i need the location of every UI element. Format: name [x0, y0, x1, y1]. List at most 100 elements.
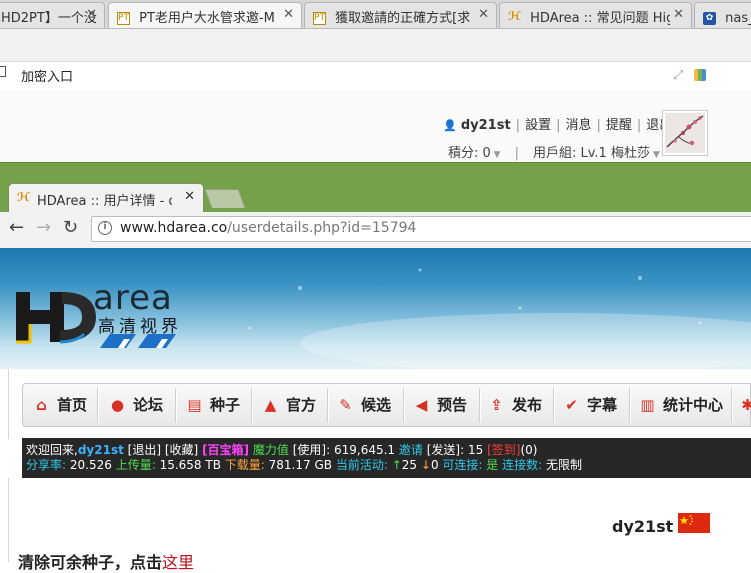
outer-tab-4[interactable]: ℋ HDArea :: 常见问题 High ✕	[499, 2, 692, 28]
close-icon[interactable]: ✕	[184, 189, 195, 204]
logo-stripes	[100, 334, 176, 348]
close-icon[interactable]: ✕	[86, 7, 97, 22]
connectable-value: 是	[486, 458, 499, 472]
paw-favicon-icon: ✿	[703, 12, 716, 25]
close-icon[interactable]: ✕	[673, 7, 684, 22]
torrent-list-icon: ▤	[187, 396, 202, 414]
nav-subtitles[interactable]: ✔ 字幕	[563, 384, 617, 426]
bookmark-encrypted-entry[interactable]: 加密入口	[21, 66, 73, 85]
megaphone-icon: ◀	[415, 396, 428, 414]
messages-link[interactable]: 消息	[565, 118, 591, 133]
info-line-1: 欢迎回来,dy21st [退出] [收藏] [百宝箱] 魔力值 [使用]: 61…	[26, 443, 747, 458]
uploaded-value: 15.658 TB	[159, 458, 221, 472]
clear-seeds-link[interactable]: 这里	[162, 553, 194, 572]
arrow-down-icon: ↓	[420, 458, 431, 472]
abc-check-icon: ✔	[565, 396, 578, 414]
back-arrow-icon[interactable]: ←	[9, 217, 24, 238]
nav-trailers-label: 预告	[437, 396, 468, 414]
info-username-link[interactable]: dy21st	[78, 443, 124, 457]
header-username[interactable]: dy21st	[461, 118, 511, 133]
url-domain: www.hdarea.co	[120, 220, 228, 236]
settings-link[interactable]: 設置	[525, 118, 551, 133]
points-dropdown[interactable]: 積分: 0	[448, 146, 491, 161]
user-icon: 👤	[443, 119, 457, 132]
invite-value: 15	[467, 443, 484, 457]
bonus-label: 魔力值	[252, 443, 289, 457]
treasure-box-link[interactable]: [百宝箱]	[202, 443, 249, 457]
arrow-up-icon: ↑	[391, 458, 402, 472]
nav-home[interactable]: ⌂ 首页	[33, 384, 87, 426]
close-icon[interactable]: ✕	[478, 7, 489, 22]
chevron-down-icon: ▼	[649, 150, 660, 160]
upload-icon: ⇪	[490, 396, 503, 414]
favorites-link[interactable]: [收藏]	[165, 443, 198, 457]
user-stats: 積分: 0 ▼ | 用戶組: Lv.1 梅杜莎 ▼	[448, 146, 660, 161]
nav-candidates[interactable]: ✎ 候选	[337, 384, 391, 426]
uploaded-label: 上传量:	[115, 458, 156, 472]
outer-tab-strip: HD2PT】一个没 ✕ PT PT老用户大水管求邀-M ✕ PT 獲取邀請的正確…	[0, 0, 751, 29]
signin-link[interactable]: [签到]	[487, 443, 520, 457]
nav-candidates-label: 候选	[361, 396, 392, 414]
nav-stats[interactable]: ▥ 统计中心	[639, 384, 723, 426]
bonus-value: 619,645.1	[333, 443, 396, 457]
info-icon[interactable]: i	[98, 221, 112, 235]
signin-value: (0)	[520, 443, 538, 457]
address-bar[interactable]: i www.hdarea.co/userdetails.php?id=15794	[91, 216, 751, 242]
clear-seeds-text: 清除可余种子，点击	[18, 553, 163, 572]
avatar[interactable]	[662, 110, 708, 156]
outer-tab-3[interactable]: PT 獲取邀請的正確方式[求 ✕	[304, 2, 497, 28]
outer-tab-5-title: nas_百	[725, 11, 751, 26]
nav-upload[interactable]: ⇪ 发布	[488, 384, 542, 426]
outer-tab-1[interactable]: HD2PT】一个没 ✕	[0, 2, 105, 28]
invite-label: 邀请	[398, 443, 423, 457]
welcome-text: 欢迎回来,	[26, 443, 78, 457]
outer-tab-4-title: HDArea :: 常见问题 High	[530, 11, 671, 26]
bonus-use-link[interactable]: [使用]:	[293, 443, 330, 457]
profile-username: dy21st	[612, 517, 674, 536]
downloaded-label: 下载量:	[224, 458, 265, 472]
hdarea-favicon-icon: ℋ	[17, 190, 30, 204]
chevron-down-icon: ▼	[490, 150, 501, 160]
active-label: 当前活动:	[335, 458, 388, 472]
nav-home-label: 首页	[57, 396, 88, 414]
outer-tab-2[interactable]: PT PT老用户大水管求邀-M ✕	[108, 2, 302, 28]
inner-tab[interactable]: ℋ HDArea :: 用户详情 - dy ✕	[8, 183, 204, 212]
seeding-count: 25	[401, 458, 418, 472]
user-links: 👤 dy21st | 設置 | 消息 | 提醒 | 退出	[443, 118, 673, 133]
nav-official[interactable]: ▲ 官方	[262, 384, 316, 426]
address-url: www.hdarea.co/userdetails.php?id=15794	[120, 220, 416, 236]
nav-forum[interactable]: ● 论坛	[109, 384, 163, 426]
hammer-icon: ✎	[339, 396, 352, 414]
user-group-dropdown[interactable]: 用戶組: Lv.1 梅杜莎	[533, 146, 650, 161]
ratio-value: 20.526	[69, 458, 112, 472]
ratio-label: 分享率:	[26, 458, 67, 472]
new-tab-button[interactable]	[204, 189, 246, 208]
expand-icon[interactable]: ⤢	[673, 68, 683, 83]
extension-icon[interactable]	[694, 69, 706, 81]
nav-more[interactable]: ✱	[739, 384, 751, 426]
nav-upload-label: 发布	[512, 396, 543, 414]
forward-arrow-icon[interactable]: →	[36, 217, 51, 238]
invite-send-link[interactable]: [发送]:	[427, 443, 464, 457]
hdarea-logo-mark	[16, 292, 96, 344]
chat-icon: ●	[110, 396, 125, 414]
info-logout-link[interactable]: [退出]	[128, 443, 161, 457]
close-icon[interactable]: ✕	[283, 7, 294, 22]
nav-subtitles-label: 字幕	[587, 396, 618, 414]
reminders-link[interactable]: 提醒	[606, 118, 632, 133]
main-nav: ⌂ 首页 ● 论坛 ▤ 种子 ▲ 官方 ✎ 候选 ◀ 预告 ⇪ 发布 ✔ 字幕 ▥ 统计中心 ✱	[22, 383, 751, 427]
nav-trailers[interactable]: ◀ 预告	[413, 384, 467, 426]
nav-torrents[interactable]: ▤ 种子	[186, 384, 240, 426]
pt-favicon-icon: PT	[313, 12, 326, 25]
page-icon	[0, 66, 6, 77]
nav-official-label: 官方	[286, 396, 317, 414]
downloaded-value: 781.17 GB	[268, 458, 332, 472]
info-line-2: 分享率: 20.526 上传量: 15.658 TB 下载量: 781.17 G…	[26, 458, 747, 473]
site-banner: area 高清视界	[0, 248, 751, 369]
gear-icon: ✱	[741, 396, 751, 414]
reload-icon[interactable]: ↻	[63, 217, 78, 238]
home-icon: ⌂	[36, 396, 47, 414]
china-flag-icon	[678, 513, 710, 533]
nav-stats-label: 统计中心	[663, 396, 724, 414]
outer-tab-5[interactable]: ✿ nas_百	[694, 2, 751, 28]
